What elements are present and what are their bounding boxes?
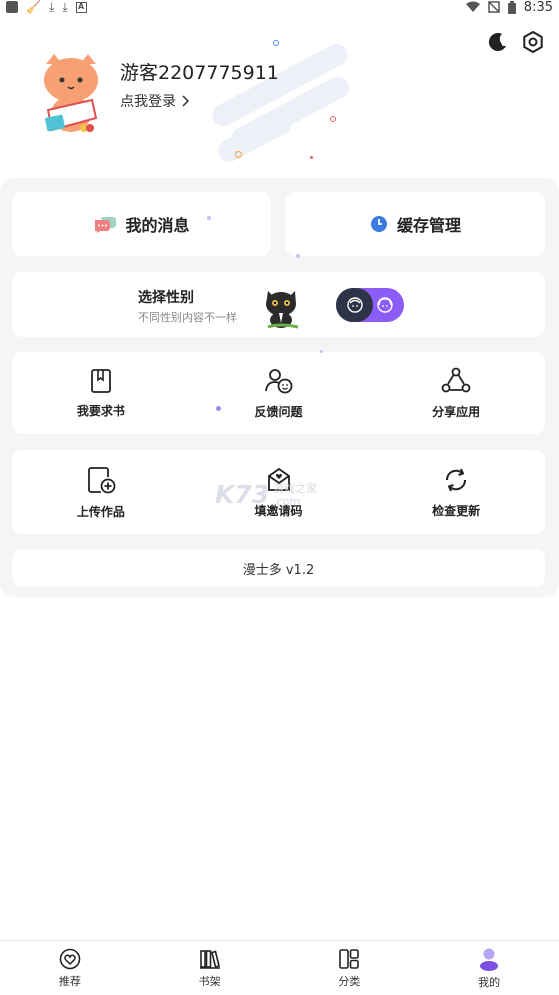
upload-work-label: 上传作品 — [76, 504, 125, 519]
chevron-right-icon — [182, 95, 190, 107]
watermark-domain: .com — [273, 494, 301, 508]
status-bar-system: 8:35 — [465, 0, 553, 15]
gender-title: 选择性别 — [138, 290, 194, 306]
nav-profile-label: 我的 — [478, 975, 501, 989]
decorative-dot — [330, 116, 336, 122]
share-app-button[interactable]: 分享应用 — [367, 352, 545, 434]
app-version: 漫士多 v1.2 — [12, 549, 545, 587]
decorative-dot — [207, 216, 211, 220]
nav-category[interactable]: 分类 — [280, 941, 420, 995]
male-face-icon — [346, 297, 363, 313]
wifi-icon — [465, 1, 480, 12]
share-icon — [441, 367, 471, 392]
decorative-dot — [273, 40, 279, 46]
request-book-button[interactable]: 我要求书 — [12, 352, 190, 434]
cat-mascot-image — [266, 291, 299, 329]
settings-button[interactable] — [521, 30, 545, 54]
my-messages-button[interactable]: 我的消息 — [12, 192, 271, 256]
download-icon: ⤓ — [62, 0, 68, 14]
profile-header: 游客2207775911 点我登录 — [0, 14, 559, 179]
my-messages-label: 我的消息 — [125, 216, 190, 235]
watermark-text: 游戏之家 — [273, 481, 318, 495]
night-mode-button[interactable] — [486, 30, 510, 54]
nav-recommend[interactable]: 推荐 — [0, 941, 140, 995]
status-bar-notifications: 🧹 ⤓ ⤓ A — [6, 1, 87, 13]
feedback-icon — [264, 368, 292, 393]
decorative-dot — [310, 156, 313, 159]
gender-toggle[interactable] — [336, 288, 404, 322]
category-icon — [339, 948, 360, 969]
gear-icon — [523, 31, 543, 53]
status-bar: 🧹 ⤓ ⤓ A 8:35 — [0, 0, 559, 15]
feedback-button[interactable]: 反馈问题 — [190, 352, 368, 434]
menu-panel: 我的消息 缓存管理 选择性别 不同性别内容不一样 我要求书 反馈问题 分享应用 … — [0, 178, 559, 597]
broom-icon: 🧹 — [26, 0, 41, 14]
feature-row-1: 我要求书 反馈问题 分享应用 — [12, 352, 545, 434]
chat-icon — [95, 217, 117, 233]
battery-icon — [507, 0, 516, 14]
bottom-nav: 推荐 书架 分类 我的 — [0, 940, 559, 995]
request-book-label: 我要求书 — [76, 403, 125, 418]
bookshelf-icon — [199, 949, 220, 969]
book-icon — [90, 368, 111, 393]
check-update-label: 检查更新 — [432, 503, 481, 518]
nav-bookshelf-label: 书架 — [198, 974, 221, 988]
avatar[interactable] — [40, 52, 102, 136]
cache-management-button[interactable]: 缓存管理 — [285, 192, 545, 256]
profile-icon — [480, 948, 499, 971]
no-signal-icon — [488, 1, 500, 13]
heart-icon — [59, 948, 81, 969]
username: 游客2207775911 — [120, 62, 279, 84]
watermark: K73 游戏之家 .com — [215, 480, 317, 509]
decorative-dot — [320, 350, 323, 353]
moon-icon — [488, 33, 508, 52]
decorative-dot — [216, 406, 221, 411]
nav-bookshelf[interactable]: 书架 — [140, 941, 280, 995]
male-option[interactable] — [336, 288, 373, 322]
font-icon: A — [75, 1, 87, 13]
cache-management-label: 缓存管理 — [396, 216, 461, 235]
nav-category-label: 分类 — [338, 974, 361, 988]
female-face-icon[interactable] — [376, 296, 394, 314]
share-app-label: 分享应用 — [432, 404, 481, 419]
watermark-logo: K73 — [215, 480, 270, 509]
app-notification-icon — [6, 1, 18, 13]
clock-icon — [370, 216, 387, 232]
gender-card: 选择性别 不同性别内容不一样 — [12, 272, 545, 337]
nav-profile[interactable]: 我的 — [419, 941, 559, 995]
login-label: 点我登录 — [120, 94, 176, 110]
decorative-dot — [235, 151, 242, 158]
refresh-icon — [446, 468, 467, 491]
decorative-dot — [296, 254, 300, 258]
feedback-label: 反馈问题 — [254, 404, 303, 419]
clock: 8:35 — [523, 0, 553, 15]
upload-work-button[interactable]: 上传作品 — [12, 450, 190, 534]
check-update-button[interactable]: 检查更新 — [367, 450, 545, 534]
download-icon: ⤓ — [48, 0, 55, 14]
upload-icon — [87, 466, 116, 493]
gender-subtitle: 不同性别内容不一样 — [138, 311, 237, 324]
nav-recommend-label: 推荐 — [58, 974, 81, 988]
login-link[interactable]: 点我登录 — [120, 91, 190, 111]
